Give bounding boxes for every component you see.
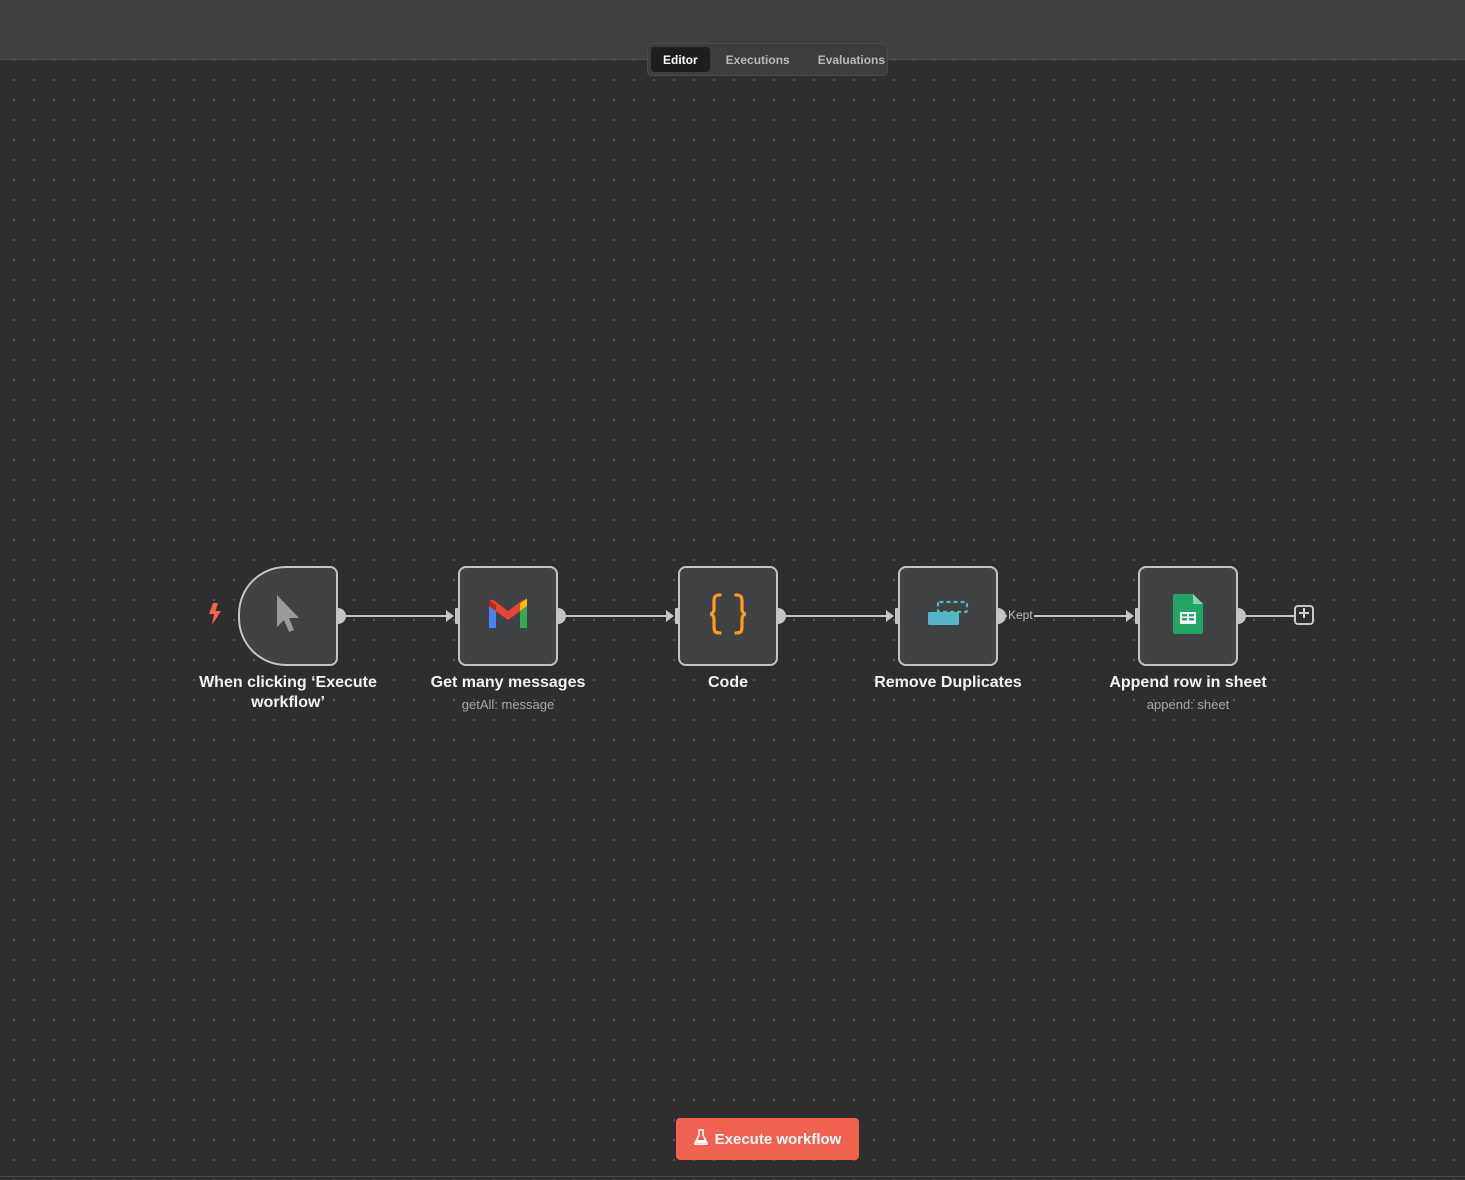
arrow-head	[666, 610, 674, 622]
node-sublabel-sheets: append: sheet	[1146, 697, 1230, 712]
arrow-head	[886, 610, 894, 622]
node-label-dedupe: Remove Duplicates	[874, 674, 1022, 691]
arrow-head	[1126, 610, 1134, 622]
node-google-sheets[interactable]	[1138, 566, 1238, 666]
braces-icon	[708, 592, 748, 641]
trigger-bolt-icon	[206, 602, 224, 631]
connection-label-kept: Kept	[1007, 608, 1034, 622]
node-code[interactable]	[678, 566, 778, 666]
execute-workflow-label: Execute workflow	[714, 1130, 842, 1148]
flask-icon	[693, 1129, 708, 1149]
arrow-head	[446, 610, 454, 622]
add-node-button[interactable]	[1294, 605, 1314, 625]
gmail-icon	[487, 598, 529, 635]
bottom-divider	[0, 1176, 1465, 1177]
node-gmail[interactable]	[458, 566, 558, 666]
remove-duplicates-icon	[926, 600, 970, 633]
node-remove-duplicates[interactable]	[898, 566, 998, 666]
cursor-icon	[273, 593, 303, 640]
node-manual-trigger[interactable]	[238, 566, 338, 666]
execute-workflow-button[interactable]: Execute workflow	[676, 1118, 859, 1160]
google-sheets-icon	[1172, 593, 1204, 640]
node-label-code: Code	[708, 674, 748, 691]
plus-icon	[1298, 606, 1310, 624]
node-sublabel-gmail: getAll: message	[461, 697, 555, 712]
node-label-gmail: Get many messages	[430, 674, 586, 691]
node-label-sheets: Append row in sheet	[1109, 674, 1267, 691]
node-label-trigger: When clicking ‘Execute workflow’	[199, 674, 377, 711]
